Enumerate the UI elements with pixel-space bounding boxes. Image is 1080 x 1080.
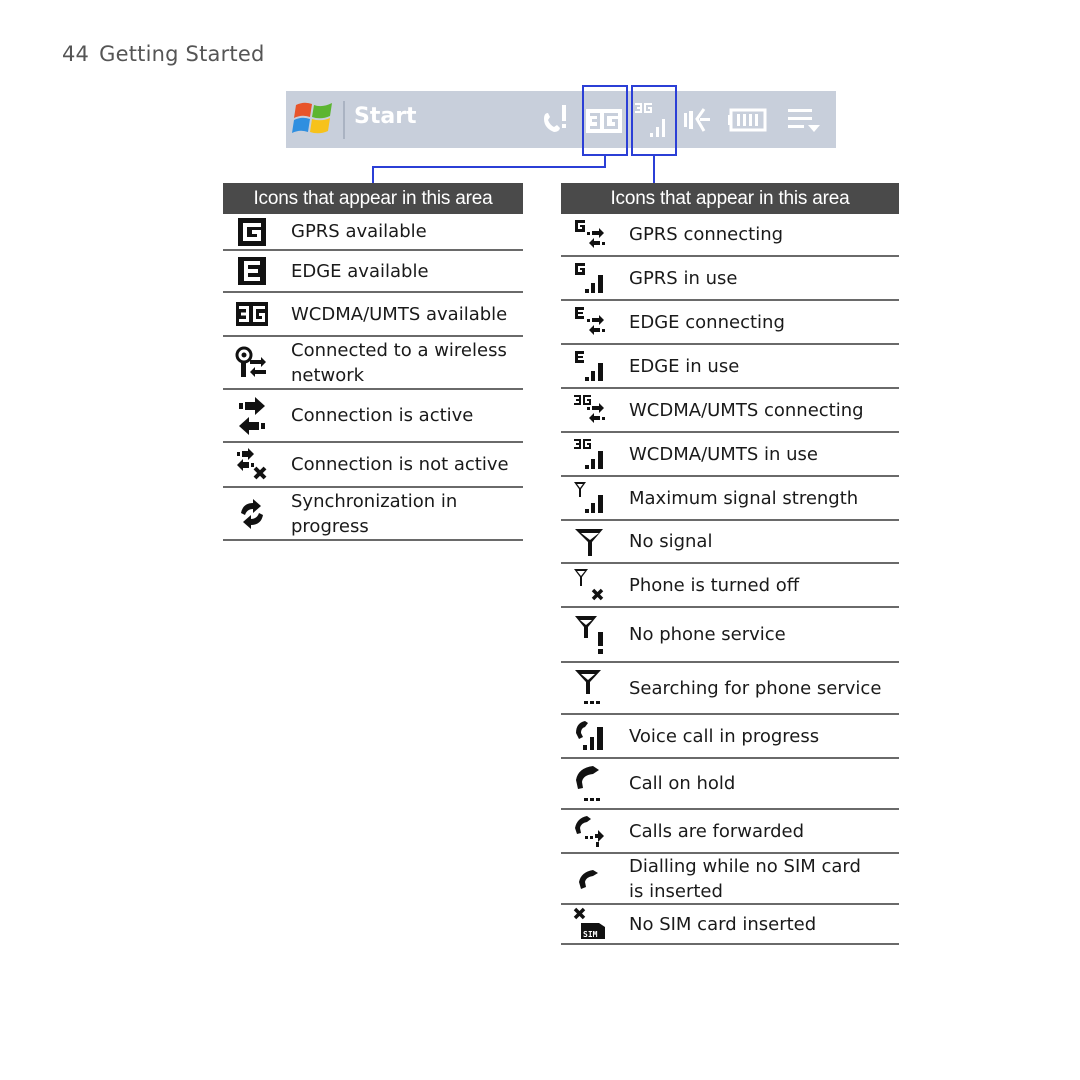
right-icon-table: Icons that appear in this area GPRS conn… — [561, 183, 899, 945]
list-item: Connection is active — [223, 390, 523, 443]
item-label: Calls are forwarded — [629, 820, 805, 842]
item-label: Call on hold — [629, 773, 736, 794]
sync-icon — [235, 497, 269, 531]
item-label: Connection is not active — [291, 454, 509, 475]
list-item: GPRS in use — [561, 257, 899, 301]
wcdma-in-use-icon — [573, 437, 607, 471]
gprs-connecting-icon — [573, 218, 607, 252]
list-item: EDGE connecting — [561, 301, 899, 345]
phone-alert-icon — [540, 103, 570, 137]
list-item: EDGE available — [223, 251, 523, 293]
list-item: Dialling while no SIM card is inserted — [561, 854, 899, 905]
edge-available-icon — [235, 254, 269, 288]
list-item: WCDMA/UMTS available — [223, 293, 523, 337]
list-item: No phone service — [561, 608, 899, 663]
gprs-available-icon — [235, 215, 269, 249]
connector-line — [372, 166, 606, 168]
searching-service-icon — [573, 670, 607, 705]
wcdma-available-icon — [235, 297, 269, 331]
left-icon-table: Icons that appear in this area GPRS avai… — [223, 183, 523, 541]
connection-active-icon — [235, 396, 269, 435]
highlight-box-left-area — [582, 85, 628, 156]
list-item: Maximum signal strength — [561, 477, 899, 521]
item-label: WCDMA/UMTS in use — [629, 443, 818, 465]
connector-line — [653, 156, 655, 183]
item-label: Maximum signal strength — [629, 487, 859, 509]
item-label: EDGE connecting — [629, 311, 785, 333]
no-sim-icon: SIM — [573, 907, 607, 941]
taskbar-separator — [343, 101, 345, 139]
list-item: SIM No SIM card inserted — [561, 905, 899, 945]
list-item: GPRS available — [223, 214, 523, 251]
item-label: EDGE available — [291, 260, 429, 282]
page-header: 44 Getting Started — [62, 42, 265, 66]
item-label: Searching for phone service — [629, 677, 882, 699]
list-item: Phone is turned off — [561, 564, 899, 608]
item-label: Dialling while no SIM card is inserted — [629, 855, 861, 902]
connection-inactive-icon — [235, 447, 269, 482]
item-label: Synchronization in progress — [291, 490, 458, 537]
battery-icon — [728, 103, 768, 137]
list-item: EDGE in use — [561, 345, 899, 389]
list-item: Calls are forwarded — [561, 810, 899, 854]
item-label: Connected to a wireless network — [291, 339, 507, 386]
list-item: Connected to a wireless network — [223, 337, 523, 390]
list-item: Synchronization in progress — [223, 488, 523, 541]
max-signal-icon — [573, 481, 607, 515]
svg-text:SIM: SIM — [583, 930, 598, 939]
item-label: GPRS connecting — [629, 224, 784, 245]
item-label: No SIM card inserted — [629, 913, 817, 935]
list-item: Searching for phone service — [561, 663, 899, 715]
edge-connecting-icon — [573, 305, 607, 339]
item-label: Voice call in progress — [629, 725, 820, 747]
list-item: Voice call in progress — [561, 715, 899, 759]
list-item: GPRS connecting — [561, 214, 899, 257]
page-number: 44 — [62, 42, 90, 66]
item-label: Connection is active — [291, 405, 474, 426]
list-item: Call on hold — [561, 759, 899, 810]
item-label: GPRS available — [291, 221, 427, 242]
item-label: No signal — [629, 531, 713, 552]
wcdma-connecting-icon — [573, 393, 607, 427]
wireless-connected-icon — [235, 346, 269, 380]
calls-forwarded-icon — [573, 814, 607, 848]
speaker-icon — [682, 103, 716, 137]
no-phone-service-icon — [573, 615, 607, 654]
phone-off-icon — [573, 568, 607, 602]
menu-icon — [786, 103, 822, 137]
item-label: No phone service — [629, 624, 786, 645]
connector-line — [372, 166, 374, 183]
gprs-in-use-icon — [573, 261, 607, 295]
list-item: Connection is not active — [223, 443, 523, 488]
taskbar-illustration: Start — [286, 91, 836, 148]
start-button: Start — [354, 104, 417, 129]
item-label: EDGE in use — [629, 355, 740, 377]
windows-logo-icon — [292, 99, 336, 139]
list-item: WCDMA/UMTS in use — [561, 433, 899, 477]
edge-in-use-icon — [573, 349, 607, 383]
section-title: Getting Started — [99, 42, 265, 66]
item-label: GPRS in use — [629, 267, 738, 289]
item-label: WCDMA/UMTS available — [291, 303, 508, 325]
list-item: No signal — [561, 521, 899, 564]
dialling-no-sim-icon — [573, 862, 607, 896]
right-table-header: Icons that appear in this area — [561, 183, 899, 214]
voice-call-icon — [573, 719, 607, 753]
item-label: Phone is turned off — [629, 574, 800, 596]
call-hold-icon — [573, 765, 607, 801]
list-item: WCDMA/UMTS connecting — [561, 389, 899, 433]
left-table-header: Icons that appear in this area — [223, 183, 523, 214]
item-label: WCDMA/UMTS connecting — [629, 399, 864, 421]
highlight-box-right-area — [631, 85, 677, 156]
no-signal-icon — [573, 525, 607, 559]
